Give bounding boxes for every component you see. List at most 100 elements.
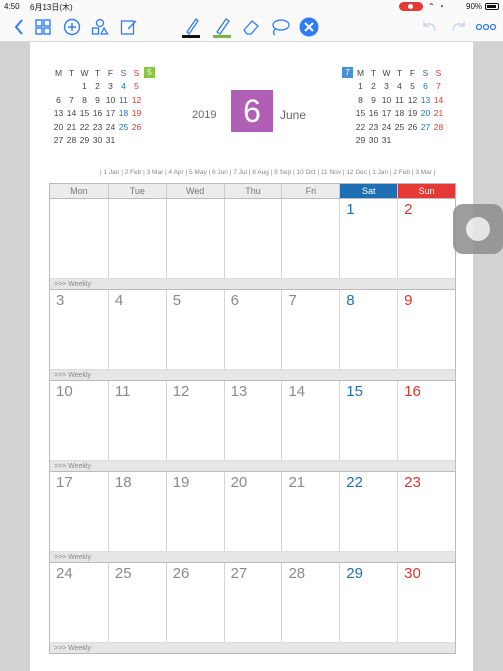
undo-icon[interactable] xyxy=(418,16,440,38)
mini-day[interactable]: 8 xyxy=(354,95,367,105)
day-cell[interactable]: 23 xyxy=(397,472,455,551)
mini-day[interactable]: 11 xyxy=(117,95,130,105)
day-cell[interactable]: 30 xyxy=(397,563,455,642)
day-cell[interactable]: 9 xyxy=(397,290,455,369)
mini-day[interactable]: 31 xyxy=(104,135,117,145)
lasso-icon[interactable] xyxy=(268,16,292,38)
compose-icon[interactable] xyxy=(119,16,139,38)
mini-day[interactable]: 16 xyxy=(91,108,104,118)
mini-day[interactable]: 14 xyxy=(65,108,78,118)
mini-day[interactable]: 6 xyxy=(419,81,432,91)
weekly-link[interactable]: >>> Weekly xyxy=(50,642,455,653)
mini-day[interactable]: 18 xyxy=(117,108,130,118)
day-cell[interactable]: 15 xyxy=(339,381,397,460)
mini-day[interactable]: 23 xyxy=(367,122,380,132)
mini-day[interactable]: 18 xyxy=(393,108,406,118)
mini-day[interactable]: 17 xyxy=(380,108,393,118)
mini-day[interactable]: 12 xyxy=(406,95,419,105)
eraser-icon[interactable] xyxy=(240,16,262,38)
day-cell[interactable]: 19 xyxy=(165,472,224,551)
day-cell[interactable]: 26 xyxy=(165,563,224,642)
mini-day[interactable]: 19 xyxy=(130,108,143,118)
back-chevron-icon[interactable] xyxy=(10,16,28,38)
weekly-link[interactable]: >>> Weekly xyxy=(50,460,455,471)
mini-day[interactable]: 20 xyxy=(52,122,65,132)
assistive-touch-button[interactable] xyxy=(453,204,503,254)
mini-day[interactable]: 10 xyxy=(380,95,393,105)
mini-day[interactable]: 24 xyxy=(380,122,393,132)
mini-day[interactable]: 3 xyxy=(380,81,393,91)
mini-day[interactable]: 13 xyxy=(52,108,65,118)
mini-day[interactable]: 7 xyxy=(432,81,445,91)
mini-day[interactable]: 12 xyxy=(130,95,143,105)
day-cell[interactable] xyxy=(223,199,282,278)
day-cell[interactable]: 1 xyxy=(339,199,397,278)
mini-day[interactable]: 21 xyxy=(65,122,78,132)
mini-day[interactable]: 24 xyxy=(104,122,117,132)
day-cell[interactable]: 24 xyxy=(50,563,108,642)
weekly-link[interactable]: >>> Weekly xyxy=(50,278,455,289)
mini-day[interactable]: 17 xyxy=(104,108,117,118)
mini-day[interactable]: 22 xyxy=(354,122,367,132)
day-cell[interactable]: 8 xyxy=(339,290,397,369)
add-icon[interactable] xyxy=(62,16,82,38)
mini-day[interactable]: 5 xyxy=(130,81,143,91)
mini-day[interactable]: 2 xyxy=(367,81,380,91)
day-cell[interactable] xyxy=(50,199,108,278)
mini-day[interactable]: 30 xyxy=(367,135,380,145)
day-cell[interactable]: 25 xyxy=(107,563,166,642)
mini-day[interactable]: 23 xyxy=(91,122,104,132)
mini-day[interactable]: 16 xyxy=(367,108,380,118)
day-cell[interactable]: 6 xyxy=(223,290,282,369)
mini-day[interactable]: 31 xyxy=(380,135,393,145)
weekly-link[interactable]: >>> Weekly xyxy=(50,369,455,380)
mini-day[interactable]: 8 xyxy=(78,95,91,105)
day-cell[interactable] xyxy=(281,199,339,278)
highlighter-icon[interactable] xyxy=(211,16,233,38)
day-cell[interactable]: 7 xyxy=(281,290,339,369)
more-icon[interactable] xyxy=(474,16,498,38)
close-icon[interactable] xyxy=(298,16,320,38)
mini-day[interactable]: 21 xyxy=(432,108,445,118)
mini-day[interactable]: 27 xyxy=(419,122,432,132)
planner-page[interactable]: M T W T F S S 5 1 2 3 4 5 6 7 8 9 10 11 12 13 14 15 16 17 18 19 20 2… xyxy=(30,42,473,671)
day-cell[interactable]: 16 xyxy=(397,381,455,460)
mini-day[interactable]: 25 xyxy=(117,122,130,132)
mini-day[interactable]: 26 xyxy=(130,122,143,132)
mini-day[interactable]: 30 xyxy=(91,135,104,145)
mini-day[interactable]: 1 xyxy=(354,81,367,91)
mini-day[interactable]: 15 xyxy=(78,108,91,118)
mini-day[interactable]: 13 xyxy=(419,95,432,105)
mini-day[interactable]: 29 xyxy=(78,135,91,145)
mini-day[interactable]: 29 xyxy=(354,135,367,145)
day-cell[interactable]: 3 xyxy=(50,290,108,369)
day-cell[interactable]: 10 xyxy=(50,381,108,460)
mini-day[interactable]: 2 xyxy=(91,81,104,91)
mini-day[interactable]: 6 xyxy=(52,95,65,105)
mini-day[interactable]: 20 xyxy=(419,108,432,118)
mini-day[interactable]: 25 xyxy=(393,122,406,132)
day-cell[interactable]: 11 xyxy=(107,381,166,460)
day-cell[interactable]: 22 xyxy=(339,472,397,551)
mini-day[interactable]: 26 xyxy=(406,122,419,132)
mini-day[interactable]: 28 xyxy=(65,135,78,145)
day-cell[interactable]: 20 xyxy=(223,472,282,551)
redo-icon[interactable] xyxy=(448,16,470,38)
mini-day[interactable]: 15 xyxy=(354,108,367,118)
month-timeline[interactable]: | 1 Jan | 2 Feb | 3 Mar | 4 Apr | 5 May … xyxy=(100,169,435,176)
day-cell[interactable] xyxy=(165,199,224,278)
day-cell[interactable]: 5 xyxy=(165,290,224,369)
day-cell[interactable]: 13 xyxy=(223,381,282,460)
pen-icon[interactable] xyxy=(180,16,202,38)
day-cell[interactable]: 21 xyxy=(281,472,339,551)
screen-recording-icon[interactable] xyxy=(399,2,423,11)
shapes-icon[interactable] xyxy=(90,16,110,38)
mini-day[interactable]: 14 xyxy=(432,95,445,105)
mini-month-badge[interactable]: 7 xyxy=(342,67,353,79)
day-cell[interactable]: 17 xyxy=(50,472,108,551)
mini-day[interactable]: 11 xyxy=(393,95,406,105)
mini-day[interactable]: 27 xyxy=(52,135,65,145)
mini-day[interactable]: 4 xyxy=(393,81,406,91)
mini-day[interactable]: 22 xyxy=(78,122,91,132)
day-cell[interactable]: 14 xyxy=(281,381,339,460)
